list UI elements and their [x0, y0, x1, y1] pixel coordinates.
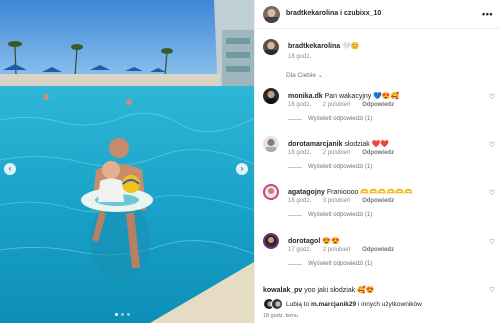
reply-button[interactable]: Odpowiedz — [362, 247, 394, 253]
reply-button[interactable]: Odpowiedz — [362, 102, 394, 108]
caption-text: 🤍😊 — [342, 43, 360, 50]
comment-time: 18 godz. — [288, 102, 312, 108]
post-timestamp[interactable]: 18 godz. temu — [263, 313, 298, 319]
comment-likes[interactable]: 2 polubień — [323, 150, 351, 156]
carousel-dot — [115, 313, 118, 316]
chevron-right-icon: › — [240, 164, 244, 173]
post-author-usernames[interactable]: bradtkekarolina i czubixx_10 — [286, 10, 381, 17]
comment-line: dorotamarcjanik słodziak ❤️❤️ — [288, 140, 389, 148]
comment-line: agatagojny Franioooo 🫶🫶🫶🫶🫶🫶 — [288, 188, 413, 196]
heart-icon[interactable]: ♡ — [489, 286, 495, 294]
caption-line: bradtkekarolina 🤍😊 — [288, 42, 360, 50]
likes-summary[interactable]: Lubią to m.marcjanik29 i innych użytkown… — [286, 301, 422, 308]
post-caption: bradtkekarolina 🤍😊 18 godz. — [255, 36, 500, 66]
avatar — [271, 298, 283, 310]
comment-likes[interactable]: 2 polubień — [323, 102, 351, 108]
comment-line: monika.dk Pan wakacyjny 💙😍🥰 — [288, 92, 399, 100]
comment-text: 😍😍 — [322, 238, 340, 245]
heart-icon[interactable]: ♡ — [489, 141, 495, 149]
view-replies-button[interactable]: Wyświetl odpowiedzi (1) — [288, 212, 372, 218]
comments-filter-dropdown[interactable]: Dla Ciebie ⌄ — [286, 71, 323, 79]
reply-button[interactable]: Odpowiedz — [362, 150, 394, 156]
comment-line: kowalak_pv yoo jaki słodziak 🥰😍 — [263, 286, 375, 294]
comment-text: Franioooo 🫶🫶🫶🫶🫶🫶 — [326, 189, 413, 196]
comment-username[interactable]: agatagojny — [288, 189, 325, 196]
comment-time: 18 godz. — [288, 150, 312, 156]
post-side-panel: bradtkekarolina i czubixx_10 ••• bradtke… — [254, 0, 500, 323]
view-replies-button[interactable]: Wyświetl odpowiedzi (1) — [288, 116, 372, 122]
reply-button[interactable]: Odpowiedz — [362, 198, 394, 204]
avatar[interactable] — [263, 39, 279, 55]
avatar[interactable] — [263, 233, 279, 249]
comment-item: monika.dk Pan wakacyjny 💙😍🥰 18 godz. 2 p… — [255, 86, 500, 128]
more-dots-icon[interactable]: ••• — [482, 9, 493, 19]
caption-meta: 18 godz. — [288, 54, 321, 60]
heart-icon[interactable]: ♡ — [489, 189, 495, 197]
comment-likes[interactable]: 2 polubień — [323, 247, 351, 253]
previous-photo-button[interactable]: ‹ — [4, 163, 16, 175]
comment-likes[interactable]: 3 polubień — [323, 198, 351, 204]
likes-prefix: Lubią to — [286, 301, 311, 308]
comment-username[interactable]: monika.dk — [288, 93, 323, 100]
carousel-dot — [127, 313, 130, 316]
comment-line: dorotagol 😍😍 — [288, 237, 340, 245]
heart-icon[interactable]: ♡ — [489, 93, 495, 101]
heart-icon[interactable]: ♡ — [489, 238, 495, 246]
post-media[interactable]: ‹ › — [0, 0, 254, 323]
comment-username[interactable]: dorotamarcjanik — [288, 141, 342, 148]
carousel-dot — [121, 313, 124, 316]
pool-photo — [0, 0, 254, 323]
comment-username[interactable]: dorotagol — [288, 238, 320, 245]
likes-username[interactable]: m.marcjanik29 — [311, 301, 356, 308]
avatar[interactable] — [263, 6, 280, 23]
comment-meta: 17 godz. 2 polubień Odpowiedz — [288, 247, 404, 253]
comment-text: słodziak ❤️❤️ — [344, 141, 390, 148]
post-footer: Lubią to m.marcjanik29 i innych użytkown… — [255, 294, 500, 323]
comment-item: dorotamarcjanik słodziak ❤️❤️ 18 godz. 2… — [255, 134, 500, 176]
comment-username[interactable]: kowalak_pv — [263, 287, 302, 294]
caption-username[interactable]: bradtkekarolina — [288, 43, 340, 50]
comment-item: dorotagol 😍😍 17 godz. 2 polubień Odpowie… — [255, 231, 500, 273]
comment-meta: 18 godz. 2 polubień Odpowiedz — [288, 102, 404, 108]
comment-time: 17 godz. — [288, 247, 312, 253]
avatar[interactable] — [263, 184, 279, 200]
avatar[interactable] — [263, 88, 279, 104]
likes-suffix: i innych użytkowników — [356, 301, 422, 308]
caption-time: 18 godz. — [288, 54, 312, 60]
comment-item: agatagojny Franioooo 🫶🫶🫶🫶🫶🫶 18 godz. 3 p… — [255, 182, 500, 224]
next-photo-button[interactable]: › — [236, 163, 248, 175]
comment-meta: 18 godz. 3 polubień Odpowiedz — [288, 198, 404, 204]
comment-text: yoo jaki słodziak 🥰😍 — [304, 287, 375, 294]
view-replies-button[interactable]: Wyświetl odpowiedzi (1) — [288, 164, 372, 170]
comment-text: Pan wakacyjny 💙😍🥰 — [324, 93, 400, 100]
post-header: bradtkekarolina i czubixx_10 ••• — [255, 0, 500, 29]
view-replies-button[interactable]: Wyświetl odpowiedzi (1) — [288, 261, 372, 267]
comment-meta: 18 godz. 2 polubień Odpowiedz — [288, 150, 404, 156]
chevron-left-icon: ‹ — [8, 164, 12, 173]
comment-time: 18 godz. — [288, 198, 312, 204]
liker-avatars — [263, 298, 285, 310]
carousel-indicator — [115, 313, 130, 316]
avatar[interactable] — [263, 136, 279, 152]
